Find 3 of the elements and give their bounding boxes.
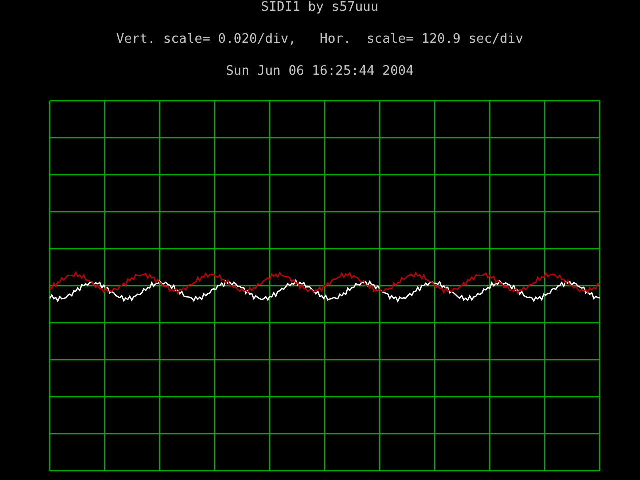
scale-label: Vert. scale= 0.020/div, Hor. scale= 120.9 sec/div [116,32,524,49]
chart-title: SIDI1 by s57uuu [261,0,379,17]
timestamp: Sun Jun 06 16:25:44 2004 [226,64,414,81]
